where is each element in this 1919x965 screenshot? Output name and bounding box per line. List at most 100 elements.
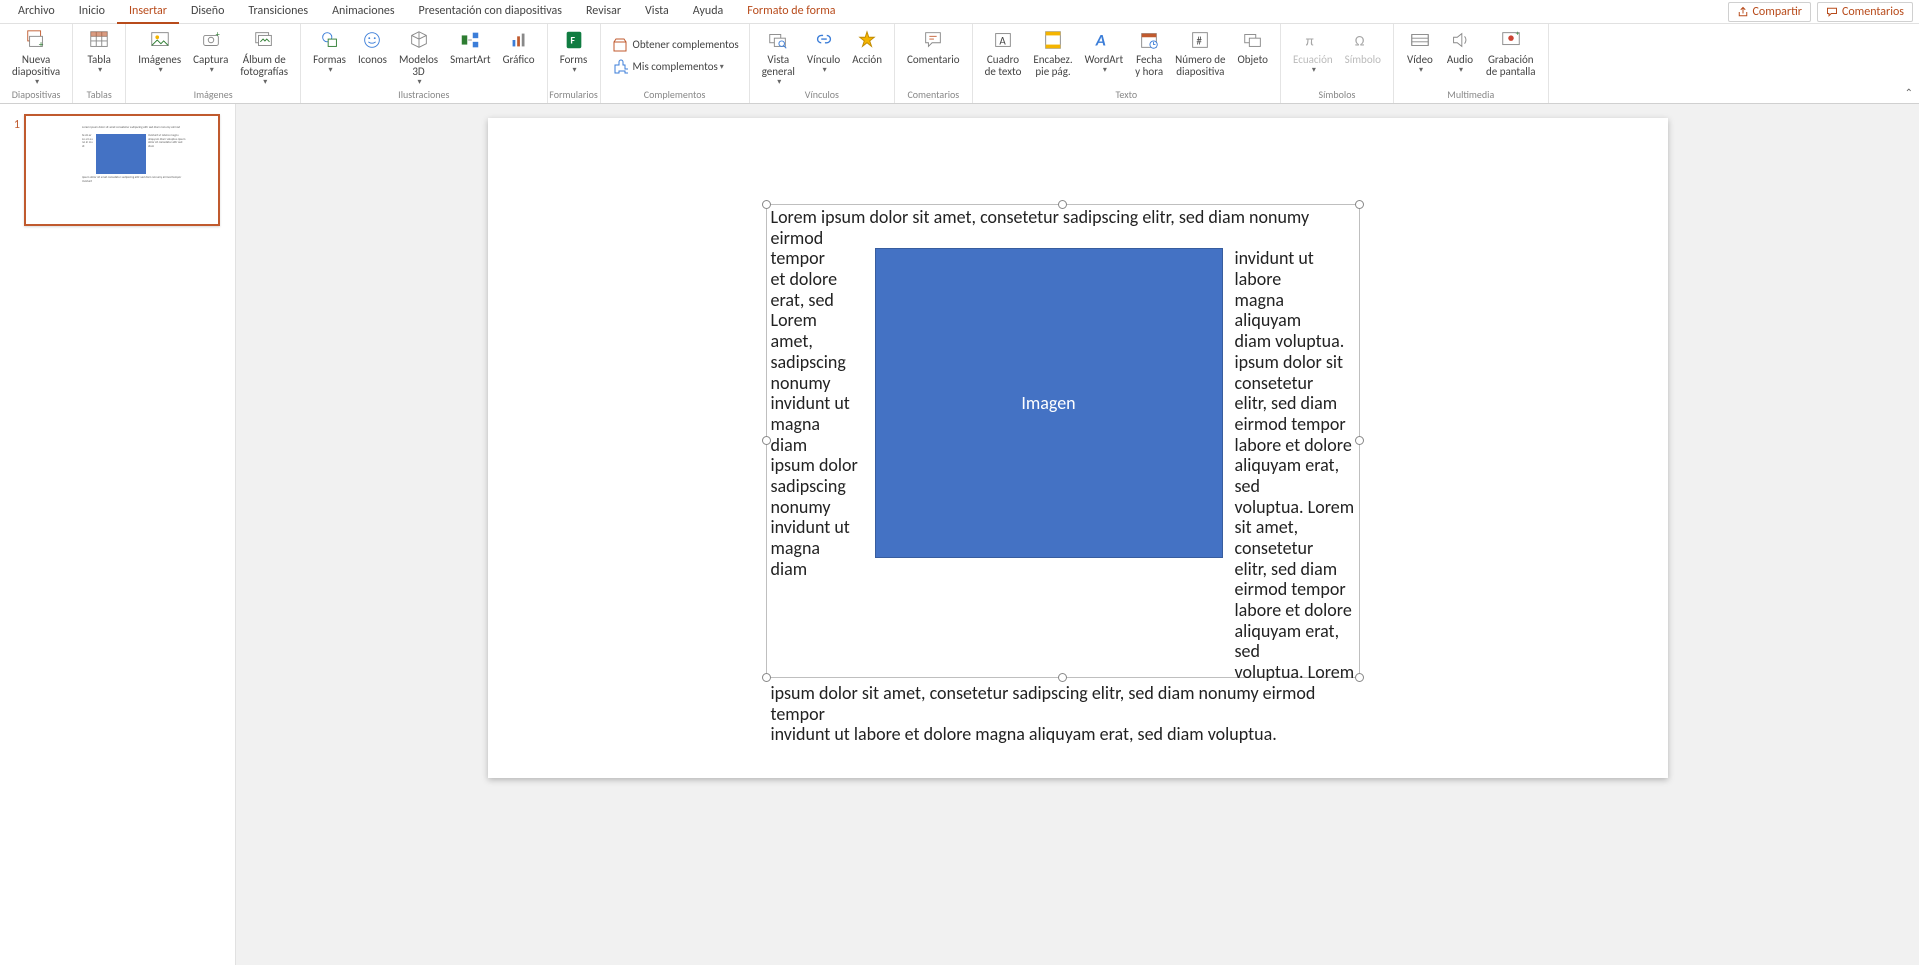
screenshot-icon: + <box>197 28 225 52</box>
addins-icon <box>611 58 629 76</box>
resize-handle-bm[interactable] <box>1058 673 1067 682</box>
wordart-button[interactable]: A WordArt <box>1079 26 1129 77</box>
image-placeholder[interactable]: Imagen <box>875 248 1223 558</box>
object-button[interactable]: Objeto <box>1231 26 1274 68</box>
number-icon: # <box>1186 28 1214 52</box>
action-label: Acción <box>852 54 882 66</box>
new-slide-button[interactable]: + Nueva diapositiva <box>6 26 66 89</box>
3d-models-button[interactable]: Modelos 3D <box>393 26 444 89</box>
screen-recording-button[interactable]: + Grabación de pantalla <box>1480 26 1542 80</box>
shapes-button[interactable]: Formas <box>307 26 352 77</box>
link-label: Vínculo <box>807 54 840 66</box>
my-addins-button[interactable]: Mis complementos <box>607 56 728 78</box>
new-slide-label: Nueva diapositiva <box>12 54 60 78</box>
zoom-button[interactable]: Vista general <box>756 26 801 89</box>
picture-icon <box>146 28 174 52</box>
group-complementos: Obtener complementos Mis complementos Co… <box>601 24 750 103</box>
slide-thumbnail-number: 1 <box>6 114 20 132</box>
datetime-button[interactable]: Fecha y hora <box>1129 26 1169 80</box>
resize-handle-br[interactable] <box>1355 673 1364 682</box>
smartart-icon <box>456 28 484 52</box>
link-button[interactable]: Vínculo <box>801 26 846 77</box>
group-label-tablas: Tablas <box>73 86 125 103</box>
svg-text:+: + <box>1515 29 1519 37</box>
resize-handle-ml[interactable] <box>762 436 771 445</box>
symbol-button[interactable]: Ω Símbolo <box>1339 26 1387 68</box>
table-icon <box>85 28 113 52</box>
object-label: Objeto <box>1237 54 1268 66</box>
tab-transiciones[interactable]: Transiciones <box>236 0 320 24</box>
share-button[interactable]: Compartir <box>1728 2 1811 22</box>
svg-text:Ω: Ω <box>1355 32 1365 50</box>
wordart-label: WordArt <box>1085 54 1123 66</box>
table-button[interactable]: Tabla <box>79 26 119 77</box>
group-label-ilustraciones: Ilustraciones <box>301 86 546 103</box>
resize-handle-tl[interactable] <box>762 200 771 209</box>
icons-icon <box>358 28 386 52</box>
textbox-label: Cuadro de texto <box>985 54 1022 78</box>
tab-diseno[interactable]: Diseño <box>179 0 236 24</box>
symbol-label: Símbolo <box>1345 54 1381 66</box>
icons-button[interactable]: Iconos <box>352 26 393 68</box>
action-button[interactable]: Acción <box>846 26 888 68</box>
svg-text:F: F <box>570 34 575 47</box>
video-button[interactable]: Vídeo <box>1400 26 1440 77</box>
tab-archivo[interactable]: Archivo <box>6 0 67 24</box>
group-ilustraciones: Formas Iconos Modelos 3D SmartArt Gráfic… <box>301 24 547 103</box>
tab-revisar[interactable]: Revisar <box>574 0 633 24</box>
body-text-after: ipsum dolor sit amet, consetetur sadipsc… <box>771 683 1355 745</box>
slide[interactable]: Lorem ipsum dolor sit amet, consetetur s… <box>488 118 1668 778</box>
slide-canvas-area[interactable]: Lorem ipsum dolor sit amet, consetetur s… <box>236 104 1919 965</box>
header-footer-button[interactable]: Encabez. pie pág. <box>1027 26 1078 80</box>
screenshot-button[interactable]: + Captura <box>187 26 234 77</box>
collapse-ribbon-icon[interactable]: ⌃ <box>1905 86 1913 99</box>
equation-button[interactable]: π Ecuación <box>1287 26 1339 77</box>
link-icon <box>810 28 838 52</box>
get-addins-label: Obtener complementos <box>633 39 739 51</box>
group-simbolos: π Ecuación Ω Símbolo Símbolos <box>1281 24 1394 103</box>
video-icon <box>1406 28 1434 52</box>
tab-formato-de-forma[interactable]: Formato de forma <box>735 0 847 24</box>
header-footer-icon <box>1039 28 1067 52</box>
resize-handle-bl[interactable] <box>762 673 771 682</box>
resize-handle-mr[interactable] <box>1355 436 1364 445</box>
insert-comment-button[interactable]: Comentario <box>901 26 966 68</box>
tab-ayuda[interactable]: Ayuda <box>681 0 736 24</box>
body-text-right-column: invidunt ut labore magna aliquyam diam v… <box>1235 248 1355 682</box>
forms-button[interactable]: F Forms <box>554 26 594 77</box>
tab-animaciones[interactable]: Animaciones <box>320 0 406 24</box>
tab-vista[interactable]: Vista <box>633 0 681 24</box>
group-label-simbolos: Símbolos <box>1281 86 1393 103</box>
album-label: Álbum de fotografías <box>240 54 288 78</box>
group-label-diapositivas: Diapositivas <box>0 86 72 103</box>
svg-text:A: A <box>1095 31 1106 51</box>
slide-number-button[interactable]: # Número de diapositiva <box>1169 26 1231 80</box>
get-addins-button[interactable]: Obtener complementos <box>607 34 743 56</box>
photo-album-button[interactable]: Álbum de fotografías <box>234 26 294 89</box>
resize-handle-tr[interactable] <box>1355 200 1364 209</box>
album-icon <box>250 28 278 52</box>
group-diapositivas: + Nueva diapositiva Diapositivas <box>0 24 73 103</box>
pictures-label: Imágenes <box>138 54 181 66</box>
zoom-icon <box>764 28 792 52</box>
audio-label: Audio <box>1447 54 1473 66</box>
tab-presentacion[interactable]: Presentación con diapositivas <box>407 0 574 24</box>
comments-button[interactable]: Comentarios <box>1817 2 1913 22</box>
textbox-button[interactable]: A Cuadro de texto <box>979 26 1028 80</box>
pictures-button[interactable]: Imágenes <box>132 26 187 77</box>
wordart-icon: A <box>1090 28 1118 52</box>
slide-thumbnail-1[interactable]: 1 Lorem ipsum dolor sit amet consetetur … <box>6 114 229 226</box>
audio-button[interactable]: Audio <box>1440 26 1480 77</box>
thumbnail-image-placeholder <box>96 134 146 174</box>
resize-handle-tm[interactable] <box>1058 200 1067 209</box>
selected-textbox[interactable]: Lorem ipsum dolor sit amet, consetetur s… <box>766 204 1360 678</box>
chart-button[interactable]: Gráfico <box>497 26 541 68</box>
ribbon: + Nueva diapositiva Diapositivas Tabla T… <box>0 24 1919 104</box>
svg-text:+: + <box>215 29 219 39</box>
smartart-button[interactable]: SmartArt <box>444 26 497 68</box>
share-label: Compartir <box>1753 5 1802 19</box>
tab-insertar[interactable]: Insertar <box>117 0 179 24</box>
forms-label: Forms <box>560 54 588 66</box>
tab-inicio[interactable]: Inicio <box>67 0 117 24</box>
image-placeholder-wrapper: Imagen <box>875 248 1223 558</box>
